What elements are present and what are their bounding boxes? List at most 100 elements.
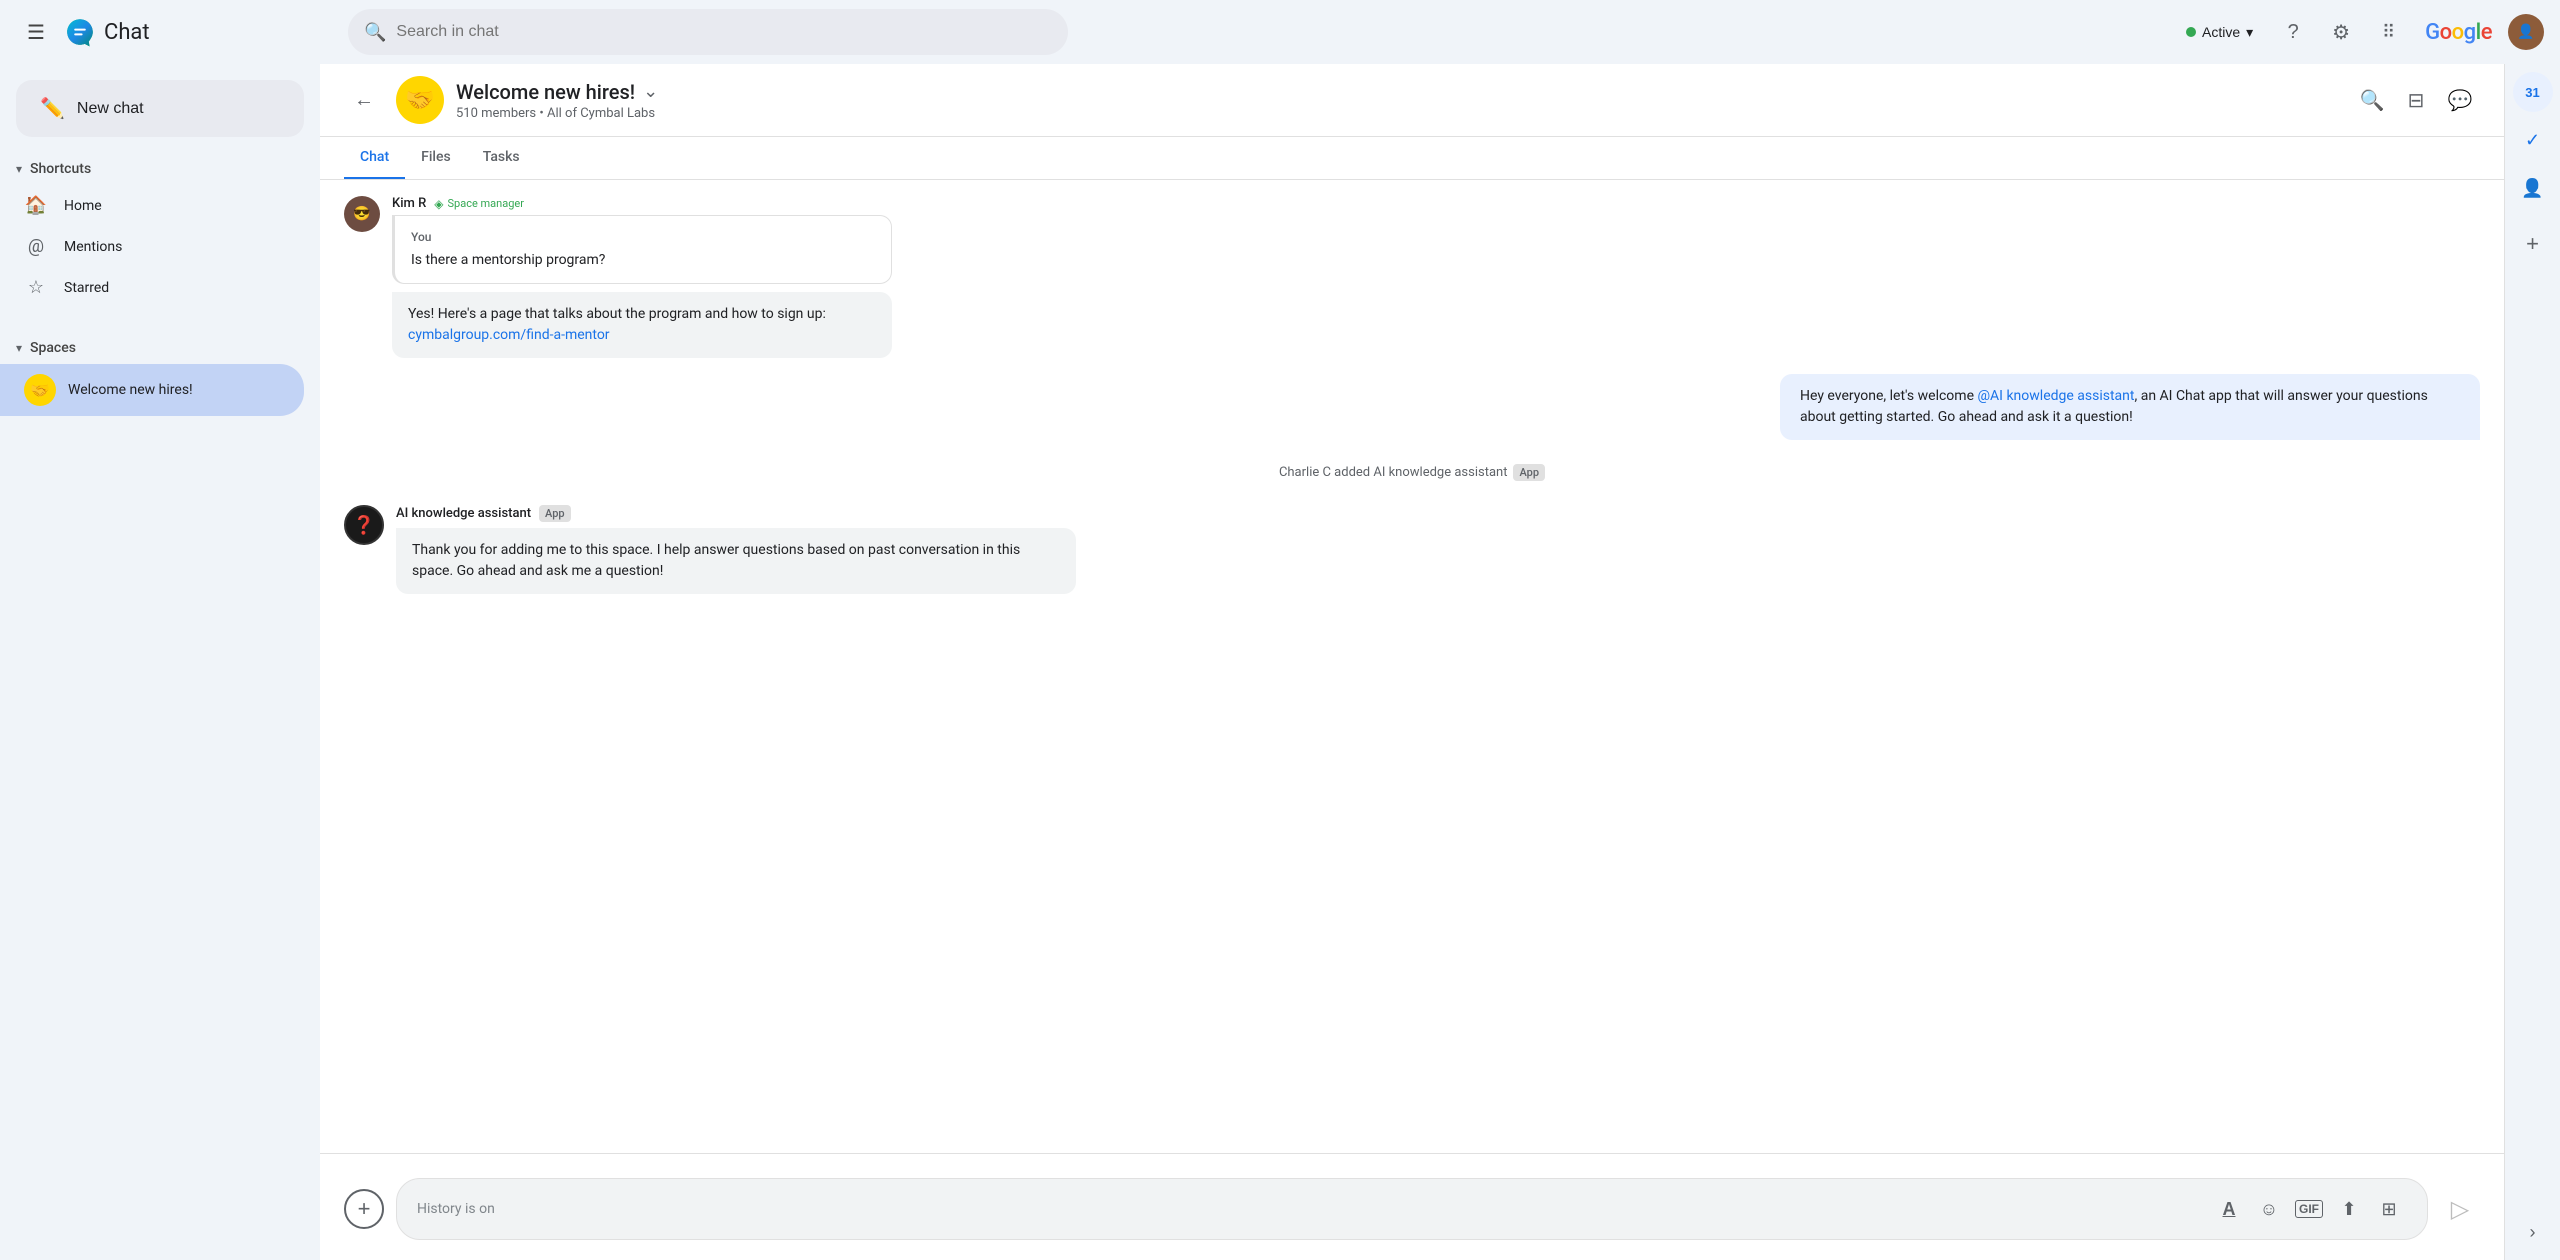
ai-message-group: ❓ AI knowledge assistant App Thank you f… xyxy=(344,505,2480,594)
shortcuts-label: Shortcuts xyxy=(30,161,91,177)
title-dropdown-icon[interactable]: ⌄ xyxy=(643,81,658,102)
emoji-icon: ☺ xyxy=(2260,1199,2278,1220)
mentions-label: Mentions xyxy=(64,239,122,255)
self-bubble: Hey everyone, let's welcome @AI knowledg… xyxy=(1780,374,2480,440)
help-icon: ? xyxy=(2288,21,2299,44)
video-call-button[interactable]: ⊞ xyxy=(2371,1191,2407,1227)
input-placeholder: History is on xyxy=(417,1201,2203,1217)
add-right-button[interactable]: + xyxy=(2513,224,2553,264)
message-group-kim: 😎 Kim R ◈ Space manager You Is there a m… xyxy=(344,196,2480,358)
space-header-emoji: 🤝 xyxy=(396,76,444,124)
expand-button[interactable]: › xyxy=(2513,1212,2553,1252)
message-input-box[interactable]: History is on A ☺ GIF ⬆ ⊞ xyxy=(396,1178,2428,1240)
send-button[interactable]: ▷ xyxy=(2440,1189,2480,1229)
home-icon: 🏠 xyxy=(24,195,48,216)
help-button[interactable]: ? xyxy=(2273,12,2313,52)
ai-avatar: ❓ xyxy=(344,505,384,545)
tab-tasks[interactable]: Tasks xyxy=(467,137,536,179)
calendar-icon: 31 xyxy=(2525,85,2539,100)
header-threads-button[interactable]: 💬 xyxy=(2440,80,2480,120)
header-panel-button[interactable]: ⊟ xyxy=(2396,80,2436,120)
emoji-button[interactable]: ☺ xyxy=(2251,1191,2287,1227)
chat-logo-icon xyxy=(64,16,96,48)
sidebar-item-starred[interactable]: ☆ Starred xyxy=(0,267,304,308)
active-chevron-icon: ▾ xyxy=(2246,24,2253,41)
settings-icon: ⚙ xyxy=(2332,20,2350,45)
spaces-label: Spaces xyxy=(30,340,76,356)
menu-icon: ☰ xyxy=(27,20,45,45)
you-label: You xyxy=(411,228,875,246)
app-logo: Chat xyxy=(64,16,150,48)
sidebar-item-home[interactable]: 🏠 Home xyxy=(0,185,304,226)
answer-text: Yes! Here's a page that talks about the … xyxy=(408,306,826,322)
ai-name: AI knowledge assistant xyxy=(396,506,531,521)
contacts-icon: 👤 xyxy=(2521,178,2543,199)
mentions-icon: @ xyxy=(24,236,48,257)
ai-mention: @AI knowledge assistant xyxy=(1977,388,2134,404)
active-dot xyxy=(2186,27,2196,37)
tab-files[interactable]: Files xyxy=(405,137,467,179)
add-icon: + xyxy=(358,1196,371,1222)
ai-response-bubble: Thank you for adding me to this space. I… xyxy=(396,528,1076,594)
spaces-chevron-icon: ▾ xyxy=(16,341,22,355)
app-badge-system: App xyxy=(1513,464,1545,481)
hamburger-button[interactable]: ☰ xyxy=(16,12,56,52)
gif-button[interactable]: GIF xyxy=(2291,1191,2327,1227)
add-attachment-button[interactable]: + xyxy=(344,1189,384,1229)
active-status-button[interactable]: Active ▾ xyxy=(2174,18,2265,47)
messages-area: 😎 Kim R ◈ Space manager You Is there a m… xyxy=(320,180,2504,1145)
home-label: Home xyxy=(64,198,102,214)
user-avatar[interactable]: 👤 xyxy=(2508,14,2544,50)
input-icons: A ☺ GIF ⬆ ⊞ xyxy=(2211,1191,2407,1227)
calendar-button[interactable]: 31 xyxy=(2513,72,2553,112)
header-search-icon: 🔍 xyxy=(2360,88,2385,113)
input-divider xyxy=(320,1153,2504,1154)
search-bar[interactable]: 🔍 xyxy=(348,9,1068,55)
header-threads-icon: 💬 xyxy=(2448,88,2473,113)
you-message-bubble: You Is there a mentorship program? xyxy=(392,215,892,284)
shortcuts-section-header[interactable]: ▾ Shortcuts xyxy=(0,153,320,185)
space-item-label: Welcome new hires! xyxy=(68,382,193,398)
tab-chat[interactable]: Chat xyxy=(344,137,405,179)
space-header-info: Welcome new hires! ⌄ 510 members • All o… xyxy=(456,80,2340,121)
sidebar-item-mentions[interactable]: @ Mentions xyxy=(0,226,304,267)
kim-avatar: 😎 xyxy=(344,196,380,232)
tasks-button[interactable]: ✓ xyxy=(2513,120,2553,160)
system-msg-text: Charlie C added AI knowledge assistant xyxy=(1279,465,1508,480)
input-area: + History is on A ☺ GIF ⬆ xyxy=(320,1162,2504,1260)
answer-bubble: Yes! Here's a page that talks about the … xyxy=(392,292,892,358)
space-header-sub: 510 members • All of Cymbal Labs xyxy=(456,106,2340,121)
answer-link[interactable]: cymbalgroup.com/find-a-mentor xyxy=(408,327,610,343)
spaces-section-header[interactable]: ▾ Spaces xyxy=(0,332,320,364)
app-title: Chat xyxy=(104,20,150,45)
format-text-button[interactable]: A xyxy=(2211,1191,2247,1227)
header-search-button[interactable]: 🔍 xyxy=(2352,80,2392,120)
chat-panel: ← 🤝 Welcome new hires! ⌄ 510 members • A… xyxy=(320,64,2504,1260)
sidebar-item-welcome-new-hires[interactable]: 🤝 Welcome new hires! xyxy=(0,364,304,416)
question-text: Is there a mentorship program? xyxy=(411,250,875,271)
shortcuts-chevron-icon: ▾ xyxy=(16,162,22,176)
back-button[interactable]: ← xyxy=(344,80,384,120)
chat-header: ← 🤝 Welcome new hires! ⌄ 510 members • A… xyxy=(320,64,2504,137)
apps-button[interactable]: ⠿ xyxy=(2369,12,2409,52)
starred-label: Starred xyxy=(64,280,109,296)
expand-icon: › xyxy=(2530,1222,2536,1243)
gif-icon: GIF xyxy=(2295,1200,2323,1218)
welcome-text-before: Hey everyone, let's welcome xyxy=(1800,388,1977,404)
chat-tabs: Chat Files Tasks xyxy=(320,137,2504,180)
new-chat-button[interactable]: ✏️ New chat xyxy=(16,80,304,137)
search-icon: 🔍 xyxy=(364,22,386,43)
ai-app-badge: App xyxy=(539,505,571,522)
contacts-button[interactable]: 👤 xyxy=(2513,168,2553,208)
search-input[interactable] xyxy=(396,23,1052,41)
upload-button[interactable]: ⬆ xyxy=(2331,1191,2367,1227)
sidebar: ✏️ New chat ▾ Shortcuts 🏠 Home @ Mention… xyxy=(0,64,320,1260)
settings-button[interactable]: ⚙ xyxy=(2321,12,2361,52)
ai-message-content: AI knowledge assistant App Thank you for… xyxy=(396,505,2480,594)
system-message: Charlie C added AI knowledge assistant A… xyxy=(344,456,2480,489)
send-icon: ▷ xyxy=(2451,1195,2469,1224)
right-panel: 31 ✓ 👤 + › xyxy=(2504,64,2560,1260)
starred-icon: ☆ xyxy=(24,277,48,298)
tasks-icon: ✓ xyxy=(2525,130,2540,151)
new-chat-label: New chat xyxy=(77,100,144,118)
